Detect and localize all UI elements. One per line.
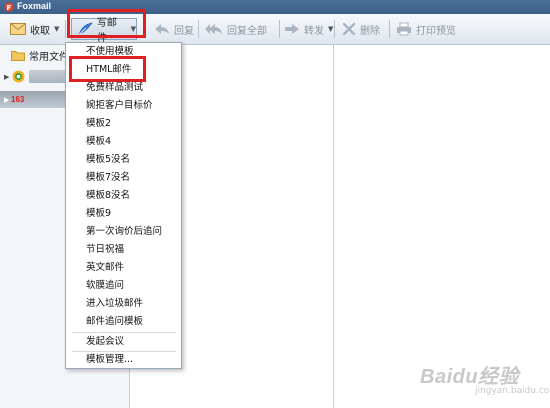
menu-item-template[interactable]: 婉拒客户目标价 — [86, 100, 153, 112]
menu-item-template[interactable]: 模板5没名 — [86, 154, 130, 166]
print-preview-label: 打印预览 — [416, 25, 456, 37]
menu-divider — [72, 351, 176, 352]
menu-item-template[interactable]: 模板7没名 — [86, 172, 130, 184]
menu-item-start-meeting[interactable]: 发起会议 — [86, 336, 124, 348]
account-163-label: 163 — [11, 95, 25, 104]
reply-button[interactable]: 回复 — [154, 19, 194, 39]
menu-item-template[interactable]: 模板9 — [86, 208, 111, 220]
forward-button[interactable]: 转发 ▼ — [284, 19, 333, 39]
menu-item-template[interactable]: 软膜追问 — [86, 280, 124, 292]
printer-icon — [397, 22, 411, 36]
receive-label: 收取 — [30, 25, 50, 37]
window-title: Foxmail — [17, 1, 52, 11]
folder-icon — [11, 51, 25, 61]
reply-arrow-icon — [155, 24, 169, 34]
expand-arrow-icon[interactable]: ▶ — [4, 96, 9, 104]
menu-item-template[interactable]: 进入垃圾邮件 — [86, 298, 143, 310]
envelope-icon — [10, 23, 26, 35]
menu-divider — [72, 332, 176, 333]
menu-item-template[interactable]: 模板2 — [86, 118, 111, 130]
menu-item-template[interactable]: 英文邮件 — [86, 262, 124, 274]
account-avatar-icon — [12, 70, 25, 83]
menu-item-template[interactable]: 节日祝福 — [86, 244, 124, 256]
reply-all-label: 回复全部 — [227, 25, 267, 37]
delete-button[interactable]: 删除 — [342, 19, 380, 39]
baidu-watermark: Baidu经验 jingyan.baidu.com — [420, 360, 550, 400]
menu-item-template[interactable]: 模板8没名 — [86, 190, 130, 202]
watermark-brand: Baidu经验 — [420, 366, 520, 388]
toolbar-divider — [198, 20, 199, 38]
forward-arrow-icon — [285, 24, 299, 34]
menu-item-template-manage[interactable]: 模板管理... — [86, 354, 133, 366]
compose-dropdown-menu: 不使用模板 HTML邮件 免费样品测试 婉拒客户目标价 模板2 模板4 模板5没… — [65, 42, 182, 369]
html-mail-highlight-box — [69, 56, 146, 82]
menu-item-template[interactable]: 邮件追问模板 — [86, 316, 143, 328]
reply-all-icon — [205, 24, 222, 34]
menu-item-template[interactable]: 免费样品测试 — [86, 82, 143, 94]
forward-label: 转发 — [304, 25, 324, 37]
receive-button[interactable]: 收取 ▼ — [10, 19, 59, 39]
preview-pane — [334, 45, 550, 408]
delete-x-icon — [342, 22, 356, 36]
compose-highlight-box — [67, 9, 146, 38]
reply-all-button[interactable]: 回复全部 — [205, 19, 267, 39]
menu-item-template[interactable]: 模板4 — [86, 136, 111, 148]
chevron-down-icon[interactable]: ▼ — [328, 25, 333, 33]
toolbar-divider — [389, 20, 390, 38]
foxmail-logo-icon — [4, 2, 14, 12]
chevron-down-icon[interactable]: ▼ — [54, 25, 59, 33]
menu-item-template[interactable]: 第一次询价后追问 — [86, 226, 162, 238]
delete-label: 删除 — [360, 25, 380, 37]
expand-arrow-icon[interactable]: ▶ — [4, 73, 9, 81]
toolbar-divider — [279, 20, 280, 38]
watermark-url: jingyan.baidu.com — [475, 386, 550, 396]
reply-label: 回复 — [174, 25, 194, 37]
toolbar-divider — [65, 20, 66, 38]
toolbar-divider — [334, 20, 335, 38]
print-preview-button[interactable]: 打印预览 — [396, 19, 456, 39]
